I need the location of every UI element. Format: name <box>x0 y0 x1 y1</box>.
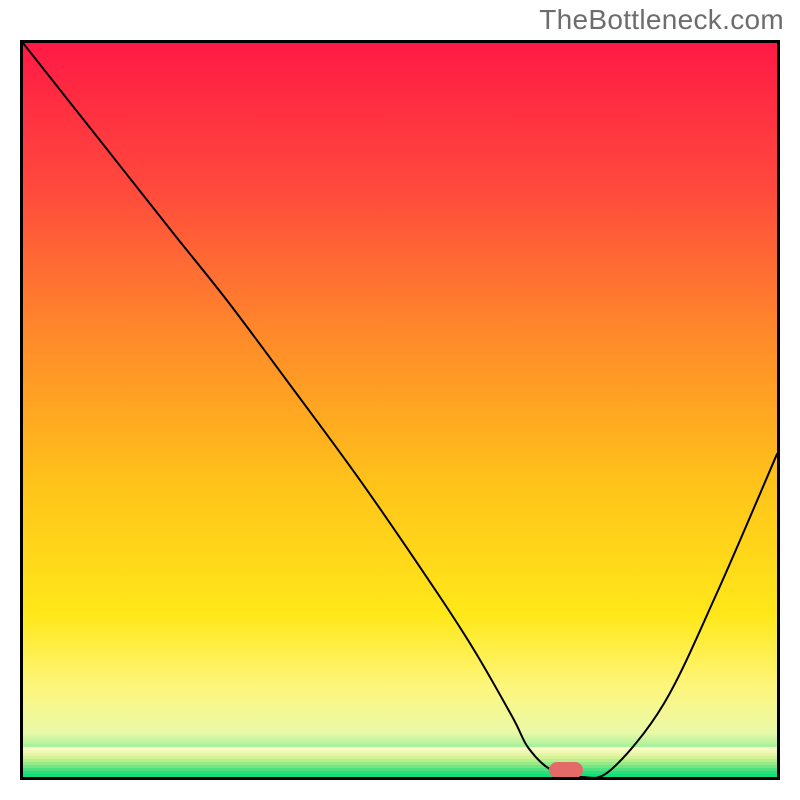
plot-area <box>20 40 780 780</box>
watermark-text: TheBottleneck.com <box>539 4 784 36</box>
optimal-point-marker <box>549 762 583 778</box>
bottleneck-curve <box>23 43 777 777</box>
chart-frame: TheBottleneck.com <box>0 0 800 800</box>
